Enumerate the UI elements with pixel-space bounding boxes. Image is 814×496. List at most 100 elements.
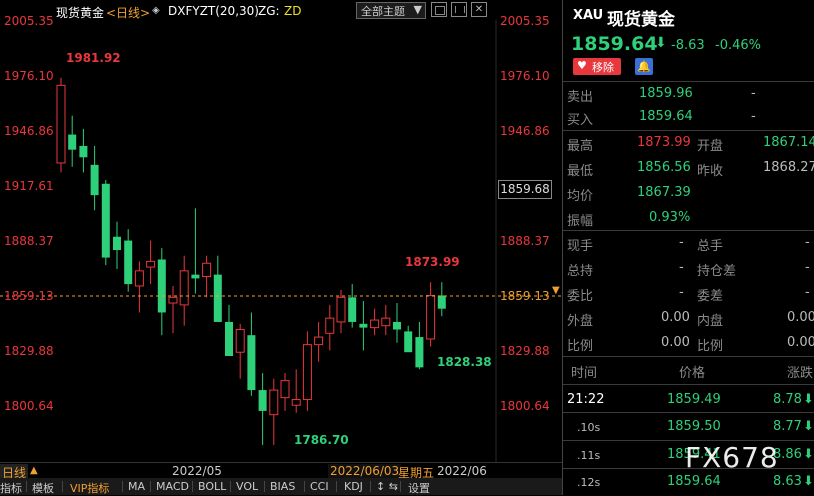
down-arrow-icon: ⬇ bbox=[803, 392, 814, 407]
candle-body[interactable] bbox=[325, 317, 335, 334]
indicator-name[interactable]: DXFYZT(20,30) bbox=[168, 4, 259, 18]
tab-settings[interactable]: 设置 bbox=[408, 480, 430, 496]
candle-body[interactable] bbox=[348, 297, 357, 322]
candle-body[interactable] bbox=[179, 270, 189, 306]
last-price: 1859.64 bbox=[571, 33, 658, 55]
instrument-title[interactable]: 现货黄金 bbox=[56, 4, 104, 21]
candle-body[interactable] bbox=[191, 274, 200, 279]
y-label-right: 1829.88 bbox=[500, 344, 550, 358]
low-annotation: 1786.70 bbox=[294, 433, 349, 447]
candle-body[interactable] bbox=[247, 335, 256, 391]
tick-row: .10s 1859.50 8.77 ⬇ bbox=[577, 419, 814, 434]
x-axis: 日线 ▲ 2022/05 2022/06/03 星期五 2022/06 bbox=[0, 462, 562, 481]
high-annotation: 1873.99 bbox=[405, 255, 460, 269]
ratio-row: 比例 0.00 比例 0.00 bbox=[567, 335, 814, 354]
candle-body[interactable] bbox=[124, 240, 133, 285]
y-label-left: 1800.64 bbox=[4, 399, 54, 413]
candle-body[interactable] bbox=[393, 321, 401, 330]
candle-body[interactable] bbox=[168, 296, 178, 304]
candle-body[interactable] bbox=[202, 262, 212, 278]
tab-ma[interactable]: MA bbox=[128, 480, 145, 493]
candle-body[interactable] bbox=[426, 294, 436, 340]
high-annotation: 1981.92 bbox=[66, 51, 121, 65]
tab-vip[interactable]: VIP指标 bbox=[70, 480, 109, 496]
window-icon bbox=[435, 6, 445, 15]
candle-body[interactable] bbox=[213, 274, 222, 322]
candle-body[interactable] bbox=[314, 336, 324, 346]
volume-row: 现手 - 总手 - bbox=[567, 235, 810, 254]
tab-indicator[interactable]: 指标 bbox=[0, 480, 22, 496]
candle-body[interactable] bbox=[280, 380, 290, 399]
y-label-right: 1946.86 bbox=[500, 124, 550, 138]
candle-body[interactable] bbox=[291, 399, 301, 406]
candle-body[interactable] bbox=[68, 134, 77, 150]
candle-body[interactable] bbox=[79, 145, 88, 158]
candle-body[interactable] bbox=[381, 317, 391, 327]
candle-body[interactable] bbox=[56, 84, 66, 164]
period-label[interactable]: <日线> bbox=[106, 4, 150, 21]
remove-button[interactable]: ♥ 移除 bbox=[573, 58, 621, 75]
x-label: 2022/05 bbox=[172, 464, 222, 478]
bell-button[interactable]: 🔔 bbox=[635, 58, 653, 75]
down-arrow-icon: ⬇ bbox=[803, 474, 814, 489]
candle-body[interactable] bbox=[90, 164, 99, 196]
y-label-left: 1888.37 bbox=[4, 234, 54, 248]
amplitude-row: 振幅 0.93% bbox=[567, 210, 691, 229]
grid-icon bbox=[455, 6, 465, 13]
buy-row: 买入 1859.64 - bbox=[567, 109, 756, 128]
candle-body[interactable] bbox=[302, 344, 312, 401]
candle-body[interactable] bbox=[359, 323, 368, 328]
instrument-name: 现货黄金 bbox=[607, 10, 675, 30]
tab-vol[interactable]: VOL bbox=[236, 480, 258, 493]
indicator-tab-bar: 指标 模板 VIP指标 MA MACD BOLL VOL BIAS CCI KD… bbox=[0, 478, 562, 495]
price-change: -8.63 bbox=[671, 38, 705, 53]
collapse-icon[interactable]: ▲ bbox=[30, 465, 38, 476]
outer-inner-row: 外盘 0.00 内盘 0.00 bbox=[567, 310, 814, 329]
down-arrow-icon: ⬇ bbox=[655, 35, 667, 51]
candle-body[interactable] bbox=[415, 337, 424, 368]
kline-chart-area[interactable]: 现货黄金 <日线> ◈ DXFYZT(20,30) ZG: ZD 全部主题 ▼ … bbox=[0, 0, 562, 462]
bell-icon: 🔔 bbox=[637, 60, 651, 73]
tab-kdj[interactable]: KDJ bbox=[344, 480, 363, 493]
quote-panel: XAU 现货黄金 1859.64 ⬇ -8.63 -0.46% ♥ 移除 🔔 卖… bbox=[562, 0, 814, 495]
candle-body[interactable] bbox=[269, 389, 279, 416]
close-icon-button[interactable]: ✕ bbox=[471, 2, 487, 17]
down-arrow-icon: ⬇ bbox=[803, 419, 814, 434]
tab-cci[interactable]: CCI bbox=[310, 480, 329, 493]
watermark-logo: FX678 bbox=[685, 441, 779, 474]
candle-body[interactable] bbox=[336, 296, 346, 323]
candle-body[interactable] bbox=[370, 319, 380, 329]
candle-body[interactable] bbox=[404, 331, 413, 353]
zg-label: ZG: bbox=[258, 4, 280, 18]
candle-body[interactable] bbox=[134, 270, 144, 287]
window-icon-button[interactable] bbox=[431, 2, 447, 17]
tab-bias[interactable]: BIAS bbox=[270, 480, 295, 493]
candle-body[interactable] bbox=[101, 183, 110, 258]
grid-icon-button[interactable] bbox=[451, 2, 467, 17]
tab-boll[interactable]: BOLL bbox=[198, 480, 226, 493]
arrows-icon[interactable]: ↕ ⇆ bbox=[376, 480, 398, 493]
tab-template[interactable]: 模板 bbox=[32, 480, 54, 496]
y-label-left: 1859.13 bbox=[4, 289, 54, 303]
candle-body[interactable] bbox=[157, 259, 166, 313]
y-label-right: 1888.37 bbox=[500, 234, 550, 248]
candle-body[interactable] bbox=[146, 260, 156, 268]
chart-top-bar: 现货黄金 <日线> ◈ DXFYZT(20,30) ZG: ZD 全部主题 ▼ … bbox=[0, 0, 562, 22]
tab-macd[interactable]: MACD bbox=[156, 480, 189, 493]
price-change-pct: -0.46% bbox=[715, 38, 761, 53]
chevron-down-icon: ▼ bbox=[413, 3, 422, 16]
dropdown-icon[interactable]: ◈ bbox=[152, 5, 160, 16]
theme-select[interactable]: 全部主题 ▼ bbox=[356, 2, 426, 19]
current-price-marker-icon: ▼ bbox=[552, 285, 560, 296]
bid-ratio-row: 委比 - 委差 - bbox=[567, 285, 810, 304]
instrument-code: XAU bbox=[573, 8, 604, 23]
y-label-right: 1976.10 bbox=[500, 69, 550, 83]
candlestick-chart[interactable] bbox=[0, 0, 562, 462]
candle-body[interactable] bbox=[437, 295, 446, 309]
candle-body[interactable] bbox=[113, 236, 121, 251]
candle-body[interactable] bbox=[235, 329, 245, 353]
open-interest-row: 总持 - 持仓差 - bbox=[567, 260, 810, 279]
candle-body[interactable] bbox=[225, 321, 233, 357]
price-tag: 1859.68 bbox=[498, 180, 552, 199]
candle-body[interactable] bbox=[258, 390, 267, 411]
